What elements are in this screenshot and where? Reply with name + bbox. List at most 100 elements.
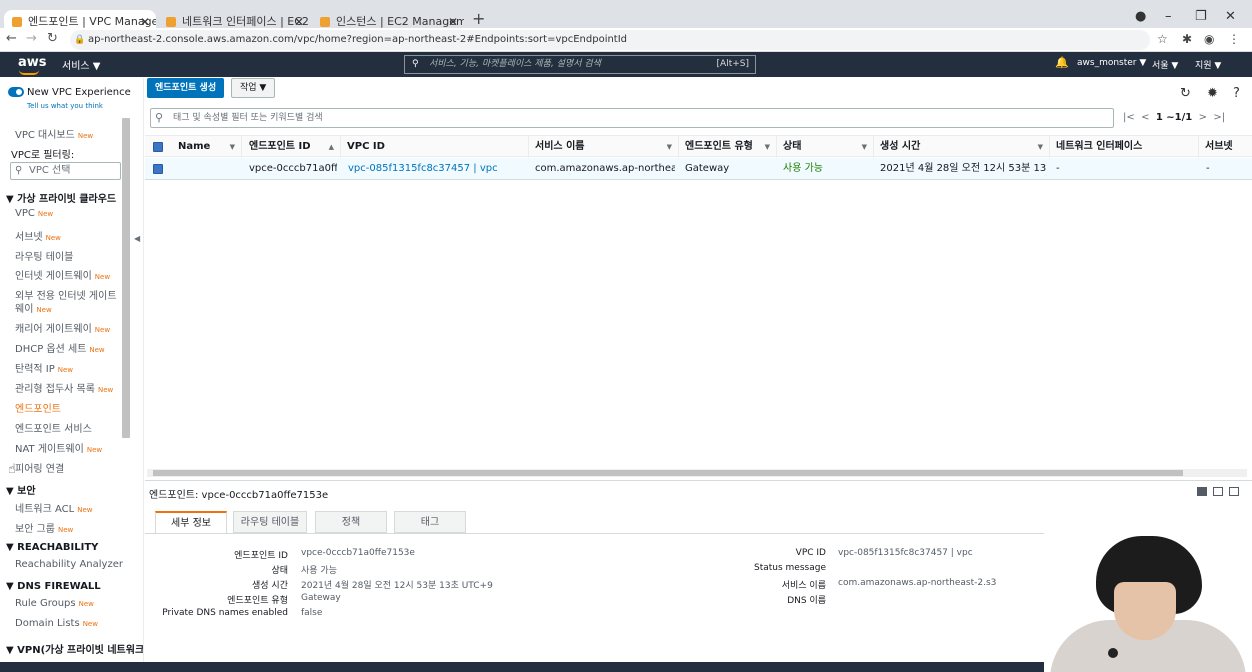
table-horizontal-scrollbar[interactable]	[147, 469, 1247, 477]
tab-route-tables[interactable]: 라우팅 테이블	[233, 511, 307, 533]
tab-tags[interactable]: 태그	[394, 511, 466, 533]
sidebar-item-carrier-gateways[interactable]: 캐리어 게이트웨이 New	[15, 320, 110, 335]
sidebar-item-security-groups[interactable]: 보안 그룹 New	[15, 520, 73, 535]
layout-bottom-icon[interactable]	[1197, 487, 1207, 496]
collapse-sidebar-icon[interactable]: ◀	[134, 234, 140, 243]
sidebar-item-route-tables[interactable]: 라우팅 테이블	[15, 248, 73, 263]
sidebar-item-dashboard[interactable]: VPC 대시보드 New	[15, 126, 93, 141]
sort-icon: ▼	[861, 143, 867, 151]
table-row[interactable]: vpce-0cccb71a0ff... vpc-085f1315fc8c3745…	[145, 158, 1252, 180]
sidebar-item-dhcp-options[interactable]: DHCP 옵션 세트 New	[15, 340, 105, 355]
detail-value-endpoint-type: Gateway	[301, 593, 341, 603]
extensions-icon[interactable]: ✱	[1182, 32, 1192, 46]
sidebar-item-network-acl[interactable]: 네트워크 ACL New	[15, 500, 92, 515]
maximize-icon[interactable]: ❐	[1195, 9, 1207, 24]
column-header-endpoint-id[interactable]: 엔드포인트 ID ▲	[243, 136, 341, 158]
help-icon[interactable]: ?	[1233, 86, 1240, 101]
column-header-vpc-id[interactable]: VPC ID	[341, 136, 529, 158]
panel-splitter[interactable]	[145, 480, 1252, 481]
cell-status: 사용 가능	[783, 163, 823, 174]
column-header-name[interactable]: Name ▼	[172, 136, 242, 158]
refresh-icon[interactable]: ↻	[1180, 86, 1191, 101]
vpc-filter-select[interactable]: ⚲ VPC 선택	[10, 162, 121, 180]
layout-full-icon[interactable]	[1229, 487, 1239, 496]
tab-details[interactable]: 세부 정보	[155, 511, 227, 533]
back-icon[interactable]: ←	[6, 31, 17, 46]
aws-favicon-icon	[320, 17, 330, 27]
sidebar-item-internet-gateways[interactable]: 인터넷 게이트웨이 New	[15, 267, 110, 282]
sidebar-item-endpoint-services[interactable]: 엔드포인트 서비스	[15, 420, 92, 435]
sidebar-item-endpoints[interactable]: 엔드포인트	[15, 400, 61, 415]
column-header-service-name[interactable]: 서비스 이름 ▼	[529, 136, 679, 158]
notifications-bell-icon[interactable]: 🔔	[1055, 56, 1069, 69]
cell-endpoint-id: vpce-0cccb71a0ff...	[249, 163, 337, 174]
settings-gear-icon[interactable]: ✹	[1207, 86, 1218, 101]
layout-split-icon[interactable]	[1213, 487, 1223, 496]
filter-by-vpc-label: VPC로 필터링:	[11, 150, 75, 161]
account-avatar-icon[interactable]: ◉	[1204, 32, 1214, 46]
toggle-switch-icon[interactable]	[8, 87, 24, 97]
sidebar-section-vpn[interactable]: ▼ VPN(가상 프라이빗 네트워크)	[6, 641, 143, 656]
last-page-icon[interactable]: >|	[1213, 112, 1225, 123]
sidebar-scrollbar[interactable]	[122, 118, 130, 438]
column-header-created[interactable]: 생성 시간 ▼	[874, 136, 1050, 158]
minimize-icon[interactable]: –	[1165, 9, 1172, 24]
bookmark-star-icon[interactable]: ☆	[1157, 32, 1168, 46]
cell-endpoint-type: Gateway	[685, 163, 730, 174]
url-field[interactable]: 🔒 ap-northeast-2.console.aws.amazon.com/…	[70, 30, 1150, 50]
detail-label-private-dns: Private DNS names enabled	[162, 608, 288, 618]
support-menu[interactable]: 지원 ▼	[1195, 58, 1221, 71]
sidebar-item-domain-lists[interactable]: Domain Lists New	[15, 618, 98, 629]
tab-policy[interactable]: 정책	[315, 511, 387, 533]
console-search-input[interactable]: ⚲ 서비스, 기능, 마켓플레이스 제품, 설명서 검색 [Alt+S]	[404, 55, 756, 74]
row-checkbox[interactable]	[153, 164, 163, 174]
first-page-icon[interactable]: |<	[1123, 112, 1135, 123]
sidebar-section-reachability[interactable]: ▼ REACHABILITY	[6, 542, 98, 553]
sidebar-section-dns-firewall[interactable]: ▼ DNS FIREWALL	[6, 581, 101, 592]
aws-logo[interactable]: aws	[18, 55, 47, 75]
cell-service-name: com.amazonaws.ap-northeast-...	[535, 163, 675, 174]
account-menu[interactable]: aws_monster ▼	[1077, 58, 1146, 68]
reload-icon[interactable]: ↻	[47, 31, 58, 46]
column-header-subnet[interactable]: 서브넷	[1199, 136, 1252, 158]
browser-menu-icon[interactable]: ⋮	[1228, 32, 1240, 46]
actions-button[interactable]: 작업 ▼	[231, 78, 276, 98]
new-tab-icon[interactable]: +	[472, 9, 485, 28]
feedback-link[interactable]: Tell us what you think	[27, 102, 103, 110]
detail-value-vpc-id-link[interactable]: vpc-085f1315fc8c37457 | vpc	[838, 548, 973, 558]
next-page-icon[interactable]: >	[1199, 112, 1207, 123]
sidebar-item-reachability-analyzer[interactable]: Reachability Analyzer	[15, 559, 123, 570]
forward-icon[interactable]: →	[26, 31, 37, 46]
table-filter-input[interactable]: ⚲ 태그 및 속성별 필터 또는 키워드별 검색	[150, 108, 1114, 128]
sidebar-item-rule-groups[interactable]: Rule Groups New	[15, 598, 94, 609]
region-menu[interactable]: 서울 ▼	[1152, 58, 1178, 71]
prev-page-icon[interactable]: <	[1141, 112, 1149, 123]
sidebar-item-nat-gateways[interactable]: NAT 게이트웨이 New	[15, 440, 102, 455]
cell-subnet: -	[1206, 163, 1210, 174]
profile-icon[interactable]: ●	[1135, 9, 1146, 24]
sidebar-item-vpc[interactable]: VPC New	[15, 208, 53, 219]
sidebar-section-vpc[interactable]: ▼ 가상 프라이빗 클라우드	[6, 190, 116, 205]
browser-tab-bar: 엔드포인트 | VPC Managem ✕ 네트워크 인터페이스 | EC2 ✕…	[0, 0, 1252, 34]
sidebar-item-elastic-ip[interactable]: 탄력적 IP New	[15, 360, 73, 375]
cell-network-interface: -	[1056, 163, 1060, 174]
scrollbar-thumb[interactable]	[153, 470, 1183, 476]
select-all-checkbox[interactable]	[153, 142, 163, 152]
sidebar-item-prefix-lists[interactable]: 관리형 접두사 목록 New	[15, 380, 113, 395]
search-icon: ⚲	[412, 59, 419, 69]
create-endpoint-button[interactable]: 엔드포인트 생성	[147, 78, 225, 98]
column-header-endpoint-type[interactable]: 엔드포인트 유형 ▼	[679, 136, 777, 158]
services-menu[interactable]: 서비스 ▼	[62, 57, 100, 72]
sidebar-section-security[interactable]: ▼ 보안	[6, 482, 36, 497]
new-vpc-experience-toggle[interactable]: New VPC Experience	[8, 87, 131, 98]
close-window-icon[interactable]: ✕	[1225, 9, 1236, 24]
vpc-sidebar: New VPC Experience Tell us what you thin…	[0, 78, 144, 672]
microphone-icon	[1108, 648, 1118, 658]
column-header-status[interactable]: 상태 ▼	[777, 136, 874, 158]
sidebar-item-subnets[interactable]: 서브넷 New	[15, 228, 61, 243]
cell-vpc-id-link[interactable]: vpc-085f1315fc8c37457 | vpc	[348, 158, 528, 180]
sort-icon: ▼	[229, 143, 235, 151]
column-header-network-interface[interactable]: 네트워크 인터페이스	[1050, 136, 1199, 158]
sidebar-item-peering[interactable]: 피어링 연결	[15, 460, 64, 475]
sidebar-item-egress-only-igw-cont[interactable]: 웨이 New	[15, 300, 52, 315]
